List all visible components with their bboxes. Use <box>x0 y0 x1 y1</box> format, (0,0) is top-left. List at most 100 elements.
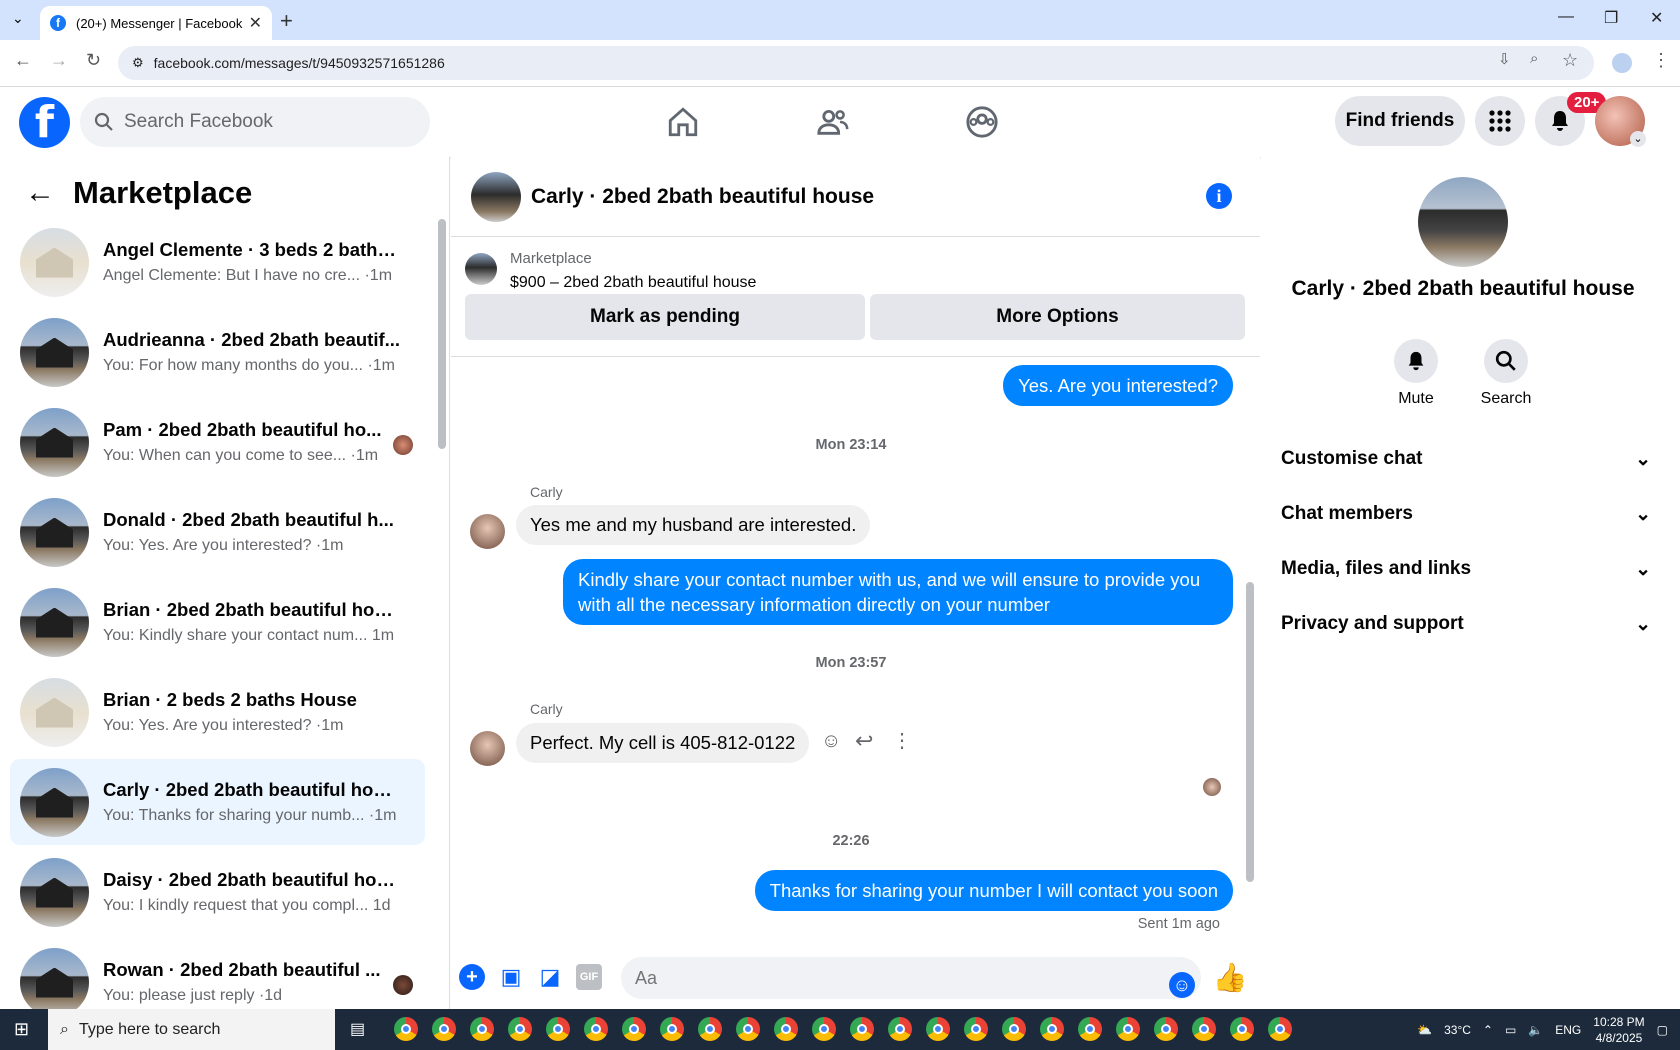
zoom-icon[interactable]: ⌕ <box>1530 50 1538 67</box>
chrome-taskbar-icon[interactable] <box>850 1017 874 1041</box>
conversation-item[interactable]: Audrieanna · 2bed 2bath beautif... You: F… <box>10 309 425 395</box>
bookmark-star-icon[interactable]: ☆ <box>1562 50 1578 71</box>
incoming-message[interactable]: Perfect. My cell is 405-812-0122 <box>516 723 810 763</box>
chrome-taskbar-icon[interactable] <box>1040 1017 1064 1041</box>
site-info-icon[interactable]: ⚙ <box>132 55 144 71</box>
more-options-button[interactable]: More Options <box>870 294 1245 340</box>
chrome-taskbar-icon[interactable] <box>660 1017 684 1041</box>
menu-button[interactable] <box>1475 96 1525 146</box>
sender-avatar[interactable] <box>470 514 505 549</box>
chat-scrollbar[interactable] <box>1246 582 1254 882</box>
close-tab-icon[interactable]: ✕ <box>249 13 262 33</box>
language-indicator[interactable]: ENG <box>1555 1023 1581 1037</box>
conversation-item[interactable]: Brian · 2 beds 2 baths House You: Yes. Ar… <box>10 669 425 755</box>
browser-tab[interactable]: f (20+) Messenger | Facebook ✕ <box>40 6 272 40</box>
chrome-taskbar-icon[interactable] <box>1268 1017 1292 1041</box>
more-actions-icon[interactable]: ⋮ <box>892 728 912 753</box>
chrome-taskbar-icon[interactable] <box>1078 1017 1102 1041</box>
reload-icon[interactable]: ↻ <box>86 50 101 71</box>
conversation-item-selected[interactable]: Carly · 2bed 2bath beautiful house You: T… <box>10 759 425 845</box>
chrome-taskbar-icon[interactable] <box>1154 1017 1178 1041</box>
restore-icon[interactable]: ❐ <box>1604 8 1618 28</box>
add-plus-icon[interactable]: + <box>459 964 485 990</box>
conversation-item[interactable]: Donald · 2bed 2bath beautiful h... You: Y… <box>10 489 425 575</box>
message-input[interactable] <box>621 957 1201 999</box>
outgoing-message[interactable]: Yes. Are you interested? <box>1003 365 1233 406</box>
facebook-logo-icon[interactable]: f <box>19 97 70 148</box>
taskbar-search[interactable]: ⌕ Type here to search <box>48 1009 335 1050</box>
close-window-icon[interactable]: ✕ <box>1650 8 1663 28</box>
volume-icon[interactable]: 🔈 <box>1528 1023 1543 1037</box>
network-icon[interactable]: ▭ <box>1505 1023 1516 1037</box>
chrome-taskbar-icon[interactable] <box>622 1017 646 1041</box>
search-conversation-button[interactable] <box>1484 339 1528 383</box>
chrome-taskbar-icon[interactable] <box>964 1017 988 1041</box>
conversation-item[interactable]: Rowan · 2bed 2bath beautiful ... You: ple… <box>10 939 425 1009</box>
photo-icon[interactable]: ▣ <box>498 964 524 990</box>
chat-members-accordion[interactable]: Chat members ⌄ <box>1281 503 1651 526</box>
privacy-support-accordion[interactable]: Privacy and support ⌄ <box>1281 613 1651 636</box>
chrome-taskbar-icon[interactable] <box>508 1017 532 1041</box>
chat-title[interactable]: Carly · 2bed 2bath beautiful house <box>531 185 874 209</box>
listing-photo[interactable] <box>1418 177 1508 267</box>
profile-icon[interactable] <box>1612 53 1632 73</box>
chrome-taskbar-icon[interactable] <box>432 1017 456 1041</box>
outgoing-message[interactable]: Thanks for sharing your number I will co… <box>754 870 1233 911</box>
sticker-icon[interactable]: ◪ <box>537 964 563 990</box>
menu-dots-icon[interactable]: ⋮ <box>1652 50 1670 71</box>
chrome-taskbar-icon[interactable] <box>698 1017 722 1041</box>
listing-price-title[interactable]: $900 – 2bed 2bath beautiful house <box>510 274 756 292</box>
groups-icon[interactable] <box>965 105 999 139</box>
install-icon[interactable]: ⇩ <box>1498 50 1511 68</box>
mark-as-pending-button[interactable]: Mark as pending <box>465 294 865 340</box>
reply-icon[interactable]: ↩ <box>855 728 873 754</box>
thumbs-up-icon[interactable]: 👍 <box>1213 962 1248 993</box>
chrome-taskbar-icon[interactable] <box>736 1017 760 1041</box>
chrome-taskbar-icon[interactable] <box>1192 1017 1216 1041</box>
clock[interactable]: 10:28 PM 4/8/2025 <box>1593 1014 1644 1046</box>
listing-thumb[interactable] <box>465 253 497 285</box>
chrome-taskbar-icon[interactable] <box>394 1017 418 1041</box>
outgoing-message[interactable]: Kindly share your contact number with us… <box>563 559 1233 625</box>
tray-chevron-up-icon[interactable]: ⌃ <box>1483 1023 1493 1037</box>
incoming-message[interactable]: Yes me and my husband are interested. <box>516 505 871 545</box>
chrome-taskbar-icon[interactable] <box>926 1017 950 1041</box>
react-emoji-icon[interactable]: ☺ <box>821 730 841 753</box>
search-facebook-field[interactable]: Search Facebook <box>80 97 430 147</box>
info-icon[interactable]: i <box>1206 183 1232 209</box>
chrome-taskbar-icon[interactable] <box>888 1017 912 1041</box>
gif-icon[interactable]: GIF <box>576 964 602 990</box>
account-chevron-down-icon[interactable]: ⌄ <box>1630 131 1646 147</box>
conversation-item[interactable]: Daisy · 2bed 2bath beautiful hou... You: … <box>10 849 425 935</box>
conversation-item[interactable]: Pam · 2bed 2bath beautiful ho... You: Whe… <box>10 399 425 485</box>
notifications-center-icon[interactable]: ▢ <box>1657 1023 1668 1037</box>
chrome-taskbar-icon[interactable] <box>546 1017 570 1041</box>
mute-button[interactable] <box>1394 339 1438 383</box>
back-icon[interactable]: ← <box>14 50 32 71</box>
friends-icon[interactable] <box>816 105 850 139</box>
sidebar-scrollbar[interactable] <box>438 219 446 449</box>
chrome-taskbar-icon[interactable] <box>774 1017 798 1041</box>
customise-chat-accordion[interactable]: Customise chat ⌄ <box>1281 448 1651 471</box>
task-view-icon[interactable]: ▤ <box>350 1019 365 1039</box>
home-icon[interactable] <box>666 105 700 139</box>
conversation-item[interactable]: Angel Clemente · 3 beds 2 baths ... Angel… <box>10 219 425 305</box>
chrome-taskbar-icon[interactable] <box>1002 1017 1026 1041</box>
media-files-links-accordion[interactable]: Media, files and links ⌄ <box>1281 558 1651 581</box>
weather-icon[interactable]: ⛅ <box>1417 1023 1432 1037</box>
windows-start-icon[interactable]: ⊞ <box>14 1019 29 1040</box>
chrome-taskbar-icon[interactable] <box>584 1017 608 1041</box>
chat-listing-avatar[interactable] <box>471 171 521 222</box>
new-tab-icon[interactable]: + <box>280 8 293 34</box>
sender-avatar[interactable] <box>470 731 505 766</box>
chrome-taskbar-icon[interactable] <box>470 1017 494 1041</box>
minimize-icon[interactable]: — <box>1558 8 1574 26</box>
forward-icon[interactable]: → <box>50 50 68 71</box>
chrome-taskbar-icon[interactable] <box>1116 1017 1140 1041</box>
find-friends-button[interactable]: Find friends <box>1335 96 1465 146</box>
back-arrow-icon[interactable]: ← <box>25 176 55 210</box>
chrome-taskbar-icon[interactable] <box>812 1017 836 1041</box>
emoji-icon[interactable]: ☺ <box>1169 972 1195 998</box>
url-bar[interactable]: ⚙ facebook.com/messages/t/94509325716512… <box>118 46 1594 80</box>
tab-search-chevron-icon[interactable]: ⌄ <box>12 10 24 27</box>
